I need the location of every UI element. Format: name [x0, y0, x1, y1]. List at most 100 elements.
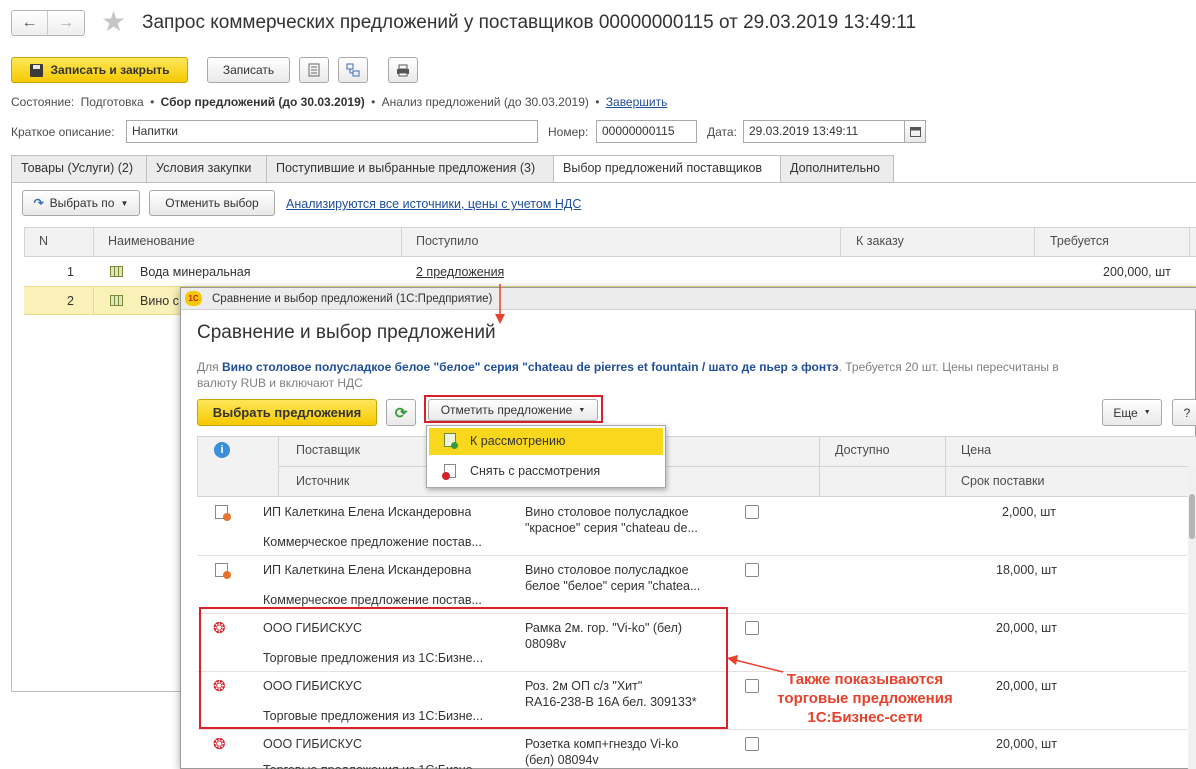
tab-select-offers[interactable]: Выбор предложений поставщиков: [553, 155, 781, 183]
row-required: 200,000, шт: [1103, 265, 1171, 279]
back-arrow-icon[interactable]: ←: [12, 11, 48, 35]
select-offers-button[interactable]: Выбрать предложения: [197, 399, 377, 426]
status-step-analysis: Анализ предложений (до 30.03.2019): [381, 95, 589, 109]
column-divider: [945, 436, 946, 497]
offer-checkbox[interactable]: [745, 505, 759, 519]
number-label: Номер:: [548, 125, 589, 139]
dialog-description: Для Вино столовое полусладкое белое "бел…: [197, 359, 1097, 391]
offer-supplier: ИП Калеткина Елена Искандеровна: [263, 505, 472, 519]
tab-received-offers[interactable]: Поступившие и выбранные предложения (3): [266, 155, 554, 182]
offer-product: Розетка комп+гнездо Vi-ko: [525, 737, 679, 751]
column-header-n[interactable]: N: [39, 234, 48, 248]
column-header-available[interactable]: Доступно: [835, 443, 890, 457]
offer-checkbox[interactable]: [745, 621, 759, 635]
offer-source: Коммерческое предложение постав...: [263, 535, 482, 549]
status-label: Состояние:: [11, 95, 75, 109]
row-name: Вино с: [140, 294, 179, 308]
column-divider: [401, 227, 402, 257]
status-bullet: •: [150, 95, 155, 109]
structure-icon: [346, 63, 360, 77]
finish-link[interactable]: Завершить: [606, 95, 668, 109]
offer-checkbox[interactable]: [745, 737, 759, 751]
vertical-scrollbar[interactable]: [1188, 466, 1196, 769]
offer-source: Коммерческое предложение постав...: [263, 593, 482, 607]
product-table-icon: [110, 266, 123, 277]
select-by-label: Выбрать по: [49, 196, 115, 210]
desc-line2: валюту RUB и включают НДС: [197, 376, 363, 390]
column-header-to-order[interactable]: К заказу: [856, 234, 904, 248]
refresh-button[interactable]: ⟳: [386, 399, 416, 426]
commercial-offer-icon: [215, 505, 231, 521]
number-field[interactable]: 00000000115: [596, 120, 697, 143]
offer-product-detail: (бел) 08094v: [525, 753, 599, 767]
offer-quantity: 18,000, шт: [996, 563, 1057, 577]
mark-offer-button[interactable]: Отметить предложение ▼: [428, 399, 598, 421]
business-network-icon: ❂: [213, 736, 226, 753]
annotation-callout: Также показываются торговые предложения …: [760, 670, 970, 727]
menu-item-remove-review[interactable]: Снять с рассмотрения: [470, 464, 600, 478]
offer-source: Торговые предложения из 1С:Бизне...: [263, 763, 483, 769]
status-line: Состояние: Подготовка • Сбор предложений…: [11, 95, 667, 109]
more-button[interactable]: Еще ▼: [1102, 399, 1162, 426]
tab-purchase-terms[interactable]: Условия закупки: [146, 155, 267, 182]
description-field[interactable]: Напитки: [126, 120, 538, 143]
annotation-line: Также показываются: [786, 671, 944, 688]
column-header-supplier[interactable]: Поставщик: [296, 443, 360, 457]
column-divider: [840, 227, 841, 257]
structure-button[interactable]: [338, 57, 368, 83]
calendar-button[interactable]: [904, 120, 926, 143]
printer-icon: [397, 64, 409, 76]
help-button[interactable]: ?: [1172, 399, 1196, 426]
main-table-header: [24, 227, 1196, 257]
row-number: 1: [67, 265, 74, 279]
status-step-collection: Сбор предложений (до 30.03.2019): [160, 95, 365, 109]
offer-checkbox[interactable]: [745, 563, 759, 577]
offer-quantity: 20,000, шт: [996, 621, 1057, 635]
offer-quantity: 2,000, шт: [1002, 505, 1056, 519]
print-button[interactable]: [388, 57, 418, 83]
offer-quantity: 20,000, шт: [996, 679, 1057, 693]
info-icon: i: [214, 442, 230, 458]
column-header-required[interactable]: Требуется: [1050, 234, 1109, 248]
forward-arrow-icon[interactable]: →: [48, 11, 84, 35]
more-label: Еще: [1113, 405, 1138, 420]
row-name: Вода минеральная: [140, 265, 251, 279]
save-button[interactable]: Записать: [207, 57, 290, 83]
page-title: Запрос коммерческих предложений у постав…: [142, 12, 917, 33]
business-network-rows-highlight: [199, 607, 728, 729]
date-field[interactable]: 29.03.2019 13:49:11: [743, 120, 905, 143]
tab-goods[interactable]: Товары (Услуги) (2): [11, 155, 147, 182]
save-and-close-label: Записать и закрыть: [50, 63, 170, 77]
description-label: Краткое описание:: [11, 125, 115, 139]
desc-prefix: Для: [197, 360, 219, 374]
column-header-name[interactable]: Наименование: [108, 234, 195, 248]
column-header-source[interactable]: Источник: [296, 474, 349, 488]
column-header-price[interactable]: Цена: [961, 443, 991, 457]
status-bullet: •: [371, 95, 376, 109]
analysis-sources-link[interactable]: Анализируются все источники, цены с учет…: [286, 197, 581, 211]
status-step-preparation: Подготовка: [80, 95, 144, 109]
status-bullet: •: [595, 95, 600, 109]
column-header-received[interactable]: Поступило: [416, 234, 478, 248]
select-by-button[interactable]: ↷ Выбрать по ▼: [22, 190, 140, 216]
save-disk-icon: [29, 63, 43, 77]
offer-product: Вино столовое полусладкое: [525, 563, 689, 577]
received-offers-link[interactable]: 2 предложения: [416, 265, 504, 279]
dialog-window-title: Сравнение и выбор предложений (1С:Предпр…: [212, 293, 493, 305]
column-divider: [93, 286, 94, 315]
red-arrow-pointer: [495, 284, 505, 324]
offer-checkbox[interactable]: [745, 679, 759, 693]
product-table-icon: [110, 295, 123, 306]
offer-supplier: ООО ГИБИСКУС: [263, 737, 362, 751]
column-header-delivery[interactable]: Срок поставки: [961, 474, 1044, 488]
annotation-line: 1С:Бизнес-сети: [807, 709, 923, 726]
cancel-selection-button[interactable]: Отменить выбор: [149, 190, 275, 216]
annotation-line: торговые предложения: [777, 690, 953, 707]
document-list-button[interactable]: [299, 57, 329, 83]
tab-additional[interactable]: Дополнительно: [780, 155, 894, 182]
save-and-close-button[interactable]: Записать и закрыть: [11, 57, 188, 83]
favorite-star-icon[interactable]: ★: [101, 6, 126, 38]
app-1c-icon: 1С: [185, 291, 202, 306]
scrollbar-thumb[interactable]: [1189, 494, 1195, 539]
offer-product-detail: "красное" серия "chateau de...: [525, 521, 698, 535]
